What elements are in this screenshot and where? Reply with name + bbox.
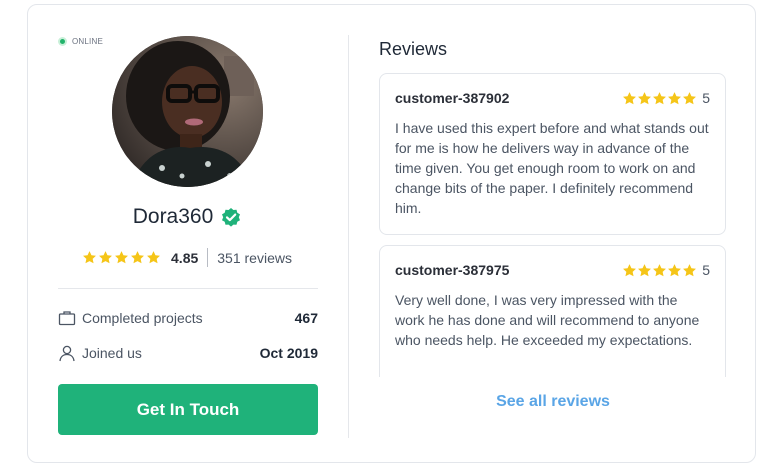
review-card: customer-387902 5 I have used this exper… <box>379 73 726 235</box>
star-icon <box>147 251 160 264</box>
verified-badge-icon <box>222 208 241 227</box>
reviewer-name: customer-387975 <box>395 262 510 278</box>
get-in-touch-button[interactable]: Get In Touch <box>58 384 318 435</box>
review-rating: 5 <box>622 262 710 278</box>
rating-stars <box>82 250 161 265</box>
review-score: 5 <box>702 262 710 278</box>
review-text: I have used this expert before and what … <box>395 120 709 216</box>
stat-label: Completed projects <box>82 310 203 326</box>
review-header: customer-387975 5 <box>395 262 710 278</box>
star-icon <box>638 263 652 276</box>
star-icon <box>623 263 637 276</box>
star-icon <box>115 251 128 264</box>
review-score: 5 <box>702 90 710 106</box>
see-all-reviews-link[interactable]: See all reviews <box>378 393 728 411</box>
stat-label: Joined us <box>82 345 142 361</box>
online-dot-icon <box>58 37 67 46</box>
star-icon <box>668 91 682 104</box>
stat-joined: Joined us Oct 2019 <box>58 344 318 362</box>
rating-separator <box>207 248 209 267</box>
expert-name: Dora360 <box>132 205 214 228</box>
expert-rating: 4.85 351 reviews <box>28 248 346 267</box>
review-text: Very well done, I was very impressed wit… <box>395 292 700 348</box>
column-divider <box>348 35 349 438</box>
reviews-list[interactable]: customer-387902 5 I have used this exper… <box>378 73 728 377</box>
review-rating: 5 <box>622 90 710 106</box>
rating-value: 4.85 <box>171 249 199 266</box>
reviewer-name: customer-387902 <box>395 90 510 106</box>
star-icon <box>638 91 652 104</box>
star-icon <box>99 251 112 264</box>
profile-divider <box>58 288 318 289</box>
expert-name-row: Dora360 <box>28 205 346 229</box>
star-icon <box>83 251 96 264</box>
review-header: customer-387902 5 <box>395 90 710 106</box>
stat-completed-projects: Completed projects 467 <box>58 309 318 327</box>
star-icon <box>623 91 637 104</box>
expert-profile-card: ONLINE Dora360 4.85 351 reviews Complete… <box>27 4 756 463</box>
star-icon <box>653 263 667 276</box>
star-icon <box>683 263 697 276</box>
review-card: customer-387975 5 Very well done, I was … <box>379 245 726 377</box>
star-icon <box>668 263 682 276</box>
status-label: ONLINE <box>72 37 103 46</box>
briefcase-icon <box>58 311 76 326</box>
online-status: ONLINE <box>58 37 103 46</box>
star-icon <box>683 91 697 104</box>
star-icon <box>131 251 144 264</box>
reviews-heading: Reviews <box>379 39 448 59</box>
stat-value: 467 <box>294 310 318 326</box>
star-icon <box>653 91 667 104</box>
user-icon <box>59 345 75 362</box>
reviews-count: 351 reviews <box>217 249 292 266</box>
avatar <box>112 36 263 187</box>
stat-value: Oct 2019 <box>259 345 318 361</box>
